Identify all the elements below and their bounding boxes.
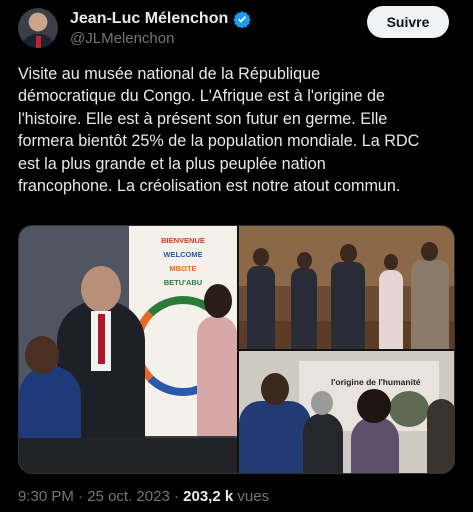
visitor-head: [253, 248, 269, 266]
separator: ·: [73, 488, 88, 505]
photo-signing[interactable]: BIENVENUE WELCOME MBOTE BETU'ABU: [19, 226, 237, 473]
visitor: [291, 268, 317, 349]
photo-exhibition[interactable]: l'origine de l'humanité: [239, 351, 454, 473]
tweet-line: démocratique du Congo. L'Afrique est à l…: [18, 87, 386, 106]
visitor: [379, 270, 403, 349]
avatar-tie: [36, 36, 41, 48]
visitor-head: [340, 244, 357, 263]
tweet-text: Visite au musée national de la Républiqu…: [18, 63, 458, 197]
tweet-date[interactable]: 25 oct. 2023: [87, 488, 170, 505]
media-grid: BIENVENUE WELCOME MBOTE BETU'ABU l'origi…: [18, 225, 455, 474]
visitor-head: [261, 373, 289, 405]
seated-man-head: [25, 336, 59, 374]
visitor-head: [384, 254, 398, 270]
tweet-time[interactable]: 9:30 PM: [18, 488, 74, 505]
banner-text: WELCOME: [163, 250, 203, 259]
tweet-line: formera bientôt 25% de la population mon…: [18, 132, 420, 151]
standing-man-head: [81, 266, 121, 312]
avatar[interactable]: [18, 8, 58, 48]
tweet-footer: 9:30 PM · 25 oct. 2023 · 203,2 k vues: [18, 488, 269, 505]
views-count: 203,2 k: [183, 488, 234, 505]
signing-table: [19, 438, 237, 473]
exhibition-tree: [389, 391, 429, 427]
exhibition-caption: l'origine de l'humanité: [331, 377, 421, 387]
visitor-head: [297, 252, 312, 269]
visitor-head: [421, 242, 438, 261]
separator: ·: [169, 488, 184, 505]
visitor: [331, 262, 365, 349]
handle[interactable]: @JLMelenchon: [70, 30, 174, 47]
tweet-line: l'histoire. Elle est à présent son futur…: [18, 109, 388, 128]
display-name[interactable]: Jean-Luc Mélenchon: [70, 10, 228, 28]
tweet-line: est la plus grande et la plus peuplée na…: [18, 154, 326, 173]
views-label: vues: [233, 488, 270, 505]
visitor-head: [357, 389, 391, 423]
visitor-back: [239, 401, 311, 473]
photo-museum-hall[interactable]: [239, 226, 454, 349]
visitor: [247, 266, 275, 349]
visitor-back: [427, 399, 454, 473]
woman-head: [204, 284, 232, 318]
name-row: Jean-Luc Mélenchon: [70, 10, 251, 28]
visitor-head: [311, 391, 333, 415]
tweet-line: Visite au musée national de la Républiqu…: [18, 65, 321, 83]
visitor-back: [351, 417, 399, 473]
banner-text: BIENVENUE: [161, 236, 205, 245]
follow-button[interactable]: Suivre: [367, 6, 449, 38]
tweet-header: Jean-Luc Mélenchon @JLMelenchon Suivre: [14, 6, 459, 50]
verified-badge-icon: [233, 11, 251, 28]
visitor: [411, 260, 449, 349]
banner-text: MBOTE: [169, 264, 197, 273]
woman-figure: [197, 316, 237, 436]
visitor-back: [303, 413, 343, 473]
tweet-line: francophone. La créolisation est notre a…: [18, 177, 401, 196]
standing-man-tie: [98, 314, 105, 364]
